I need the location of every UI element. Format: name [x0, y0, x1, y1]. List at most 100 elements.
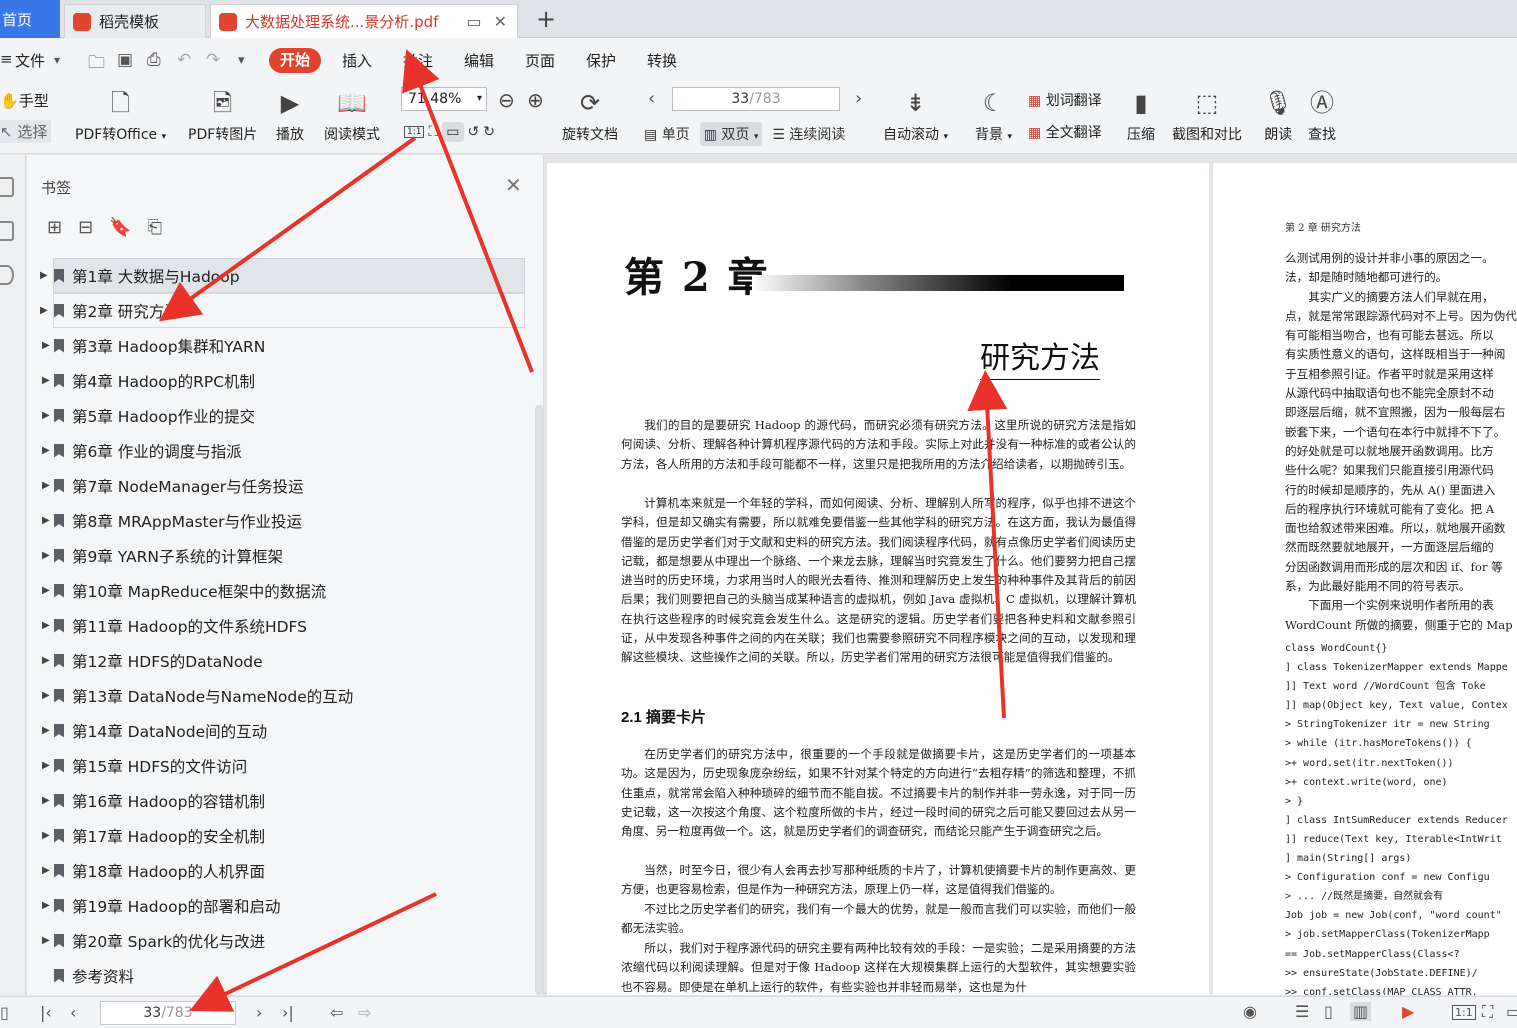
bookmark-item[interactable]: ▶ 第3章 Hadoop集群和YARN — [27, 328, 532, 363]
bookmark-item[interactable]: ▶ 第1章 大数据与Hadoop — [40, 258, 525, 293]
zoom-out-icon[interactable]: ⊖ — [498, 88, 515, 112]
bookmark-item[interactable]: ▶ 第4章 Hadoop的RPC机制 — [27, 363, 532, 398]
fit-page-icon[interactable]: ⛶ — [1482, 1002, 1493, 1022]
zoom-select[interactable]: 71.48% ▾ — [401, 87, 487, 111]
bookmark-item[interactable]: ▶ 第20章 Spark的优化与改进 — [27, 923, 532, 958]
single-page-button[interactable]: ▤ 单页 — [644, 124, 690, 144]
bookmark-item[interactable]: ▶ 第19章 Hadoop的部署和启动 — [27, 888, 532, 923]
expand-arrow-icon[interactable]: ▶ — [42, 620, 54, 631]
bookmark-item[interactable]: ▶ 第11章 Hadoop的文件系统HDFS — [27, 608, 532, 643]
bookmark-item[interactable]: ▶ 第12章 HDFS的DataNode — [27, 643, 532, 678]
double-page-button[interactable]: ▥ 双页 ▾ — [699, 122, 763, 146]
bookmark-item[interactable]: ▶ 第14章 DataNode间的互动 — [27, 713, 532, 748]
screenshot-compare-button[interactable]: ⬚ 截图和对比 — [1172, 86, 1242, 144]
back-icon[interactable]: ⇦ — [330, 1003, 343, 1022]
tab-template[interactable]: 稻壳模板 — [64, 4, 206, 38]
word-translate-button[interactable]: ▦ 划词翻译 — [1028, 90, 1102, 110]
bookmark-item[interactable]: 参考资料 — [27, 958, 532, 993]
menu-page[interactable]: 页面 — [525, 50, 555, 71]
menu-convert[interactable]: 转换 — [647, 50, 677, 71]
thumbnail-panel-icon[interactable] — [0, 221, 14, 241]
rotate-left-icon[interactable]: ↺ — [468, 124, 480, 140]
full-translate-button[interactable]: ▦ 全文翻译 — [1028, 122, 1102, 142]
expand-arrow-icon[interactable]: ▶ — [42, 410, 54, 421]
read-aloud-button[interactable]: 🎙 朗读 — [1263, 86, 1293, 144]
expand-arrow-icon[interactable]: ▶ — [42, 935, 54, 946]
next-page-icon[interactable]: › — [256, 1003, 262, 1022]
double-view-icon[interactable]: ▥ — [1350, 1002, 1372, 1021]
background-button[interactable]: ☾ 背景 ▾ — [975, 86, 1012, 144]
expand-arrow-icon[interactable]: ▶ — [42, 865, 54, 876]
print-icon[interactable]: ⎙ — [147, 50, 161, 70]
rotate-document-button[interactable]: ⟳ 旋转文档 — [562, 86, 618, 144]
pdf-to-office-button[interactable]: 🗋 PDF转Office ▾ — [75, 86, 166, 144]
expand-arrow-icon[interactable]: ▶ — [42, 515, 54, 526]
bookmark-panel-icon[interactable] — [0, 177, 14, 197]
bookmark-item[interactable]: ▶ 第7章 NodeManager与任务投运 — [27, 468, 532, 503]
pdf-to-image-button[interactable]: 🖻 PDF转图片 — [188, 86, 257, 144]
chevron-down-icon[interactable]: ▾ — [54, 53, 60, 67]
bookmark-item[interactable]: ▶ 第10章 MapReduce框架中的数据流 — [27, 573, 532, 608]
first-page-icon[interactable]: |‹ — [40, 1003, 52, 1022]
tab-document[interactable]: 大数据处理系统...景分析.pdf ▭ ✕ — [210, 4, 518, 38]
expand-arrow-icon[interactable]: ▶ — [42, 690, 54, 701]
document-view[interactable]: 第 2 章 研究方法 我们的目的是要研究 Hadoop 的源代码，而研究必须有研… — [545, 155, 1517, 995]
bookmark-item[interactable]: ▶ 第2章 研究方法 — [40, 293, 525, 328]
bookmark-item[interactable]: ▶ 第16章 Hadoop的容错机制 — [27, 783, 532, 818]
close-tab-icon[interactable]: ✕ — [494, 12, 507, 31]
actual-size-icon[interactable]: 1:1 — [1452, 1005, 1476, 1020]
hamburger-icon[interactable]: ≡ — [0, 50, 13, 68]
menu-start[interactable]: 开始 — [269, 48, 321, 73]
expand-arrow-icon[interactable]: ▶ — [42, 725, 54, 736]
bookmark-item[interactable]: ▶ 第6章 作业的调度与指派 — [27, 433, 532, 468]
undo-icon[interactable]: ↶ — [177, 50, 191, 70]
bookmark-item[interactable]: ▶ 第9章 YARN子系统的计算框架 — [27, 538, 532, 573]
customize-quick-access-icon[interactable]: ▾ — [238, 53, 245, 68]
prev-page-icon[interactable]: ‹ — [70, 1003, 76, 1022]
rotate-right-icon[interactable]: ↻ — [483, 124, 495, 140]
play-icon[interactable]: ▶ — [1402, 1002, 1414, 1021]
menu-edit[interactable]: 编辑 — [464, 50, 494, 71]
menu-file[interactable]: 文件 — [15, 50, 45, 71]
save-icon[interactable]: ▣ — [117, 50, 133, 70]
new-tab-button[interactable]: + — [536, 5, 556, 33]
play-button[interactable]: ▶ 播放 — [276, 86, 304, 144]
select-tool[interactable]: ↖ 选择 — [0, 120, 52, 143]
expand-arrow-icon[interactable]: ▶ — [42, 375, 54, 386]
forward-icon[interactable]: ⇨ — [358, 1003, 371, 1022]
compress-button[interactable]: ▮ 压缩 — [1127, 86, 1155, 144]
collapse-all-icon[interactable]: ⊟ — [78, 217, 93, 238]
menu-annotate[interactable]: 批注 — [403, 50, 433, 71]
fit-width-icon[interactable]: ▭ — [1506, 1002, 1517, 1021]
actual-size-button[interactable]: 1:1 — [404, 126, 425, 138]
menu-insert[interactable]: 插入 — [342, 50, 372, 71]
status-page-input[interactable]: 33/783 — [100, 1001, 236, 1025]
delete-bookmark-icon[interactable]: ⎗ — [148, 217, 162, 238]
expand-arrow-icon[interactable]: ▶ — [42, 655, 54, 666]
bookmark-item[interactable]: ▶ 第15章 HDFS的文件访问 — [27, 748, 532, 783]
single-view-icon[interactable]: ▯ — [1324, 1002, 1333, 1021]
expand-arrow-icon[interactable]: ▶ — [40, 305, 54, 316]
expand-arrow-icon[interactable]: ▶ — [42, 900, 54, 911]
bookmark-item[interactable]: ▶ 第5章 Hadoop作业的提交 — [27, 398, 532, 433]
menu-protect[interactable]: 保护 — [586, 50, 616, 71]
fit-page-icon[interactable]: ⛶ — [428, 124, 438, 140]
page-number-input[interactable]: 33/783 — [672, 87, 840, 111]
eye-protect-icon[interactable]: ◉ — [1243, 1002, 1257, 1021]
expand-arrow-icon[interactable]: ▶ — [40, 270, 54, 281]
fit-width-icon[interactable]: ▭ — [442, 122, 464, 142]
hand-tool[interactable]: ✋手型 — [0, 90, 49, 111]
bookmark-item[interactable]: ▶ 第18章 Hadoop的人机界面 — [27, 853, 532, 888]
bookmark-scrollbar[interactable] — [535, 405, 543, 995]
continuous-read-button[interactable]: ☰ 连续阅读 — [772, 124, 845, 144]
bookmark-item[interactable]: ▶ 第13章 DataNode与NameNode的互动 — [27, 678, 532, 713]
annotation-panel-icon[interactable] — [0, 265, 14, 285]
bookmark-item[interactable]: ▶ 第8章 MRAppMaster与作业投运 — [27, 503, 532, 538]
expand-all-icon[interactable]: ⊞ — [47, 217, 62, 238]
expand-arrow-icon[interactable]: ▶ — [42, 340, 54, 351]
expand-arrow-icon[interactable]: ▶ — [42, 550, 54, 561]
find-button[interactable]: Ⓐ 查找 — [1308, 86, 1336, 144]
pin-window-icon[interactable]: ▭ — [466, 12, 481, 31]
expand-arrow-icon[interactable]: ▶ — [42, 585, 54, 596]
expand-arrow-icon[interactable]: ▶ — [42, 760, 54, 771]
